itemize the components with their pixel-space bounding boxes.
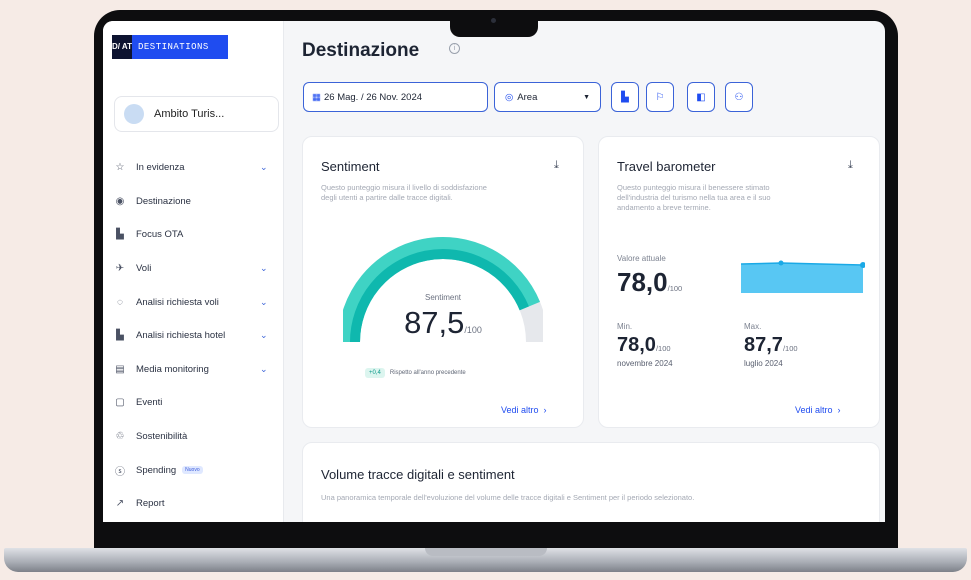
page-title: Destinazione <box>302 40 420 61</box>
sidebar-item-analisi-richiesta-hotel[interactable]: ▙ Analisi richiesta hotel ⌄ <box>103 319 284 353</box>
sidebar-item-analisi-richiesta-voli[interactable]: ◌ Analisi richiesta voli ⌄ <box>103 285 284 319</box>
sentiment-description: Questo punteggio misura il livello di so… <box>321 183 487 202</box>
chevron-down-icon[interactable]: ⌄ <box>260 263 268 274</box>
app-screen: D/ AT DESTINATIONS Ambito Turis... ☆ In e… <box>103 21 885 522</box>
date-range-value: 26 Mag. / 26 Nov. 2024 <box>323 91 423 103</box>
destinazione-icon: ◉ <box>115 195 125 207</box>
sidebar-item-label: In evidenza <box>136 162 185 174</box>
chevron-down-icon[interactable]: ⌄ <box>260 162 268 173</box>
max-label: Max. <box>744 322 762 331</box>
sidebar-item-in-evidenza[interactable]: ☆ In evidenza ⌄ <box>103 151 284 185</box>
hotel-filter-button[interactable]: ▙ <box>611 82 639 112</box>
area-select[interactable]: ◎ Area ▼ <box>494 82 601 112</box>
sentiment-title: Sentiment <box>321 159 380 174</box>
sparkline-point <box>778 260 784 266</box>
sidebar-item-report[interactable]: ↗ Report <box>103 487 284 521</box>
min-label: Min. <box>617 322 633 331</box>
camera-icon <box>491 18 496 23</box>
date-range-filter[interactable]: ▦ 26 Mag. / 26 Nov. 2024 <box>303 82 488 112</box>
min-value: 78,0/100 <box>617 334 671 356</box>
chevron-down-icon[interactable]: ⌄ <box>260 330 268 341</box>
new-badge: Nuovo <box>182 466 203 475</box>
volume-title: Volume tracce digitali e sentiment <box>321 467 515 482</box>
delta-text: Rispetto all'anno precedente <box>389 370 466 376</box>
download-icon[interactable]: ⤓ <box>554 159 559 172</box>
sidebar-item-sostenibilit[interactable]: ♲ Sostenibilità <box>103 420 284 454</box>
app-logo[interactable]: D/ AT DESTINATIONS <box>112 35 228 59</box>
translate-filter-button[interactable]: ◧ <box>687 82 715 112</box>
media-monitoring-icon: ▤ <box>115 363 125 375</box>
laptop-base-notch <box>425 548 547 556</box>
sidebar-item-media-monitoring[interactable]: ▤ Media monitoring ⌄ <box>103 353 284 387</box>
flag-filter-button[interactable]: ⚐ <box>646 82 674 112</box>
analisi-richiesta-hotel-icon: ▙ <box>116 330 124 342</box>
sidebar-item-eventi[interactable]: ▢ Eventi <box>103 386 284 420</box>
max-date: luglio 2024 <box>744 359 783 368</box>
area-select-value: Area <box>517 91 538 103</box>
sidebar-item-label: Eventi <box>136 397 163 409</box>
volume-description: Una panoramica temporale dell'evoluzione… <box>321 493 695 502</box>
analisi-richiesta-voli-icon: ◌ <box>117 296 123 308</box>
calendar-icon: ▦ <box>312 91 321 103</box>
sidebar-item-label: Report <box>136 498 165 510</box>
chevron-right-icon: › <box>543 405 547 415</box>
focus-ota-icon: ▙ <box>116 229 124 241</box>
report-icon: ↗ <box>115 498 125 510</box>
in-evidenza-icon: ☆ <box>115 162 125 174</box>
barometer-description: Questo punteggio misura il benessere sti… <box>617 183 771 212</box>
sidebar-item-focus-ota[interactable]: ▙ Focus OTA <box>103 218 284 252</box>
min-date: novembre 2024 <box>617 359 673 368</box>
sidebar-item-label: Sostenibilità <box>136 431 188 443</box>
sidebar-item-label: Spending <box>136 464 177 476</box>
sentiment-value: 87,5/100 <box>404 305 482 340</box>
sidebar-item-label: Analisi richiesta hotel <box>136 330 226 342</box>
laptop-notch <box>450 10 538 37</box>
info-icon[interactable]: i <box>449 43 460 54</box>
volume-card: Volume tracce digitali e sentiment Una p… <box>302 442 880 522</box>
people-filter-button[interactable]: ⚇ <box>725 82 753 112</box>
download-icon[interactable]: ⤓ <box>848 159 853 172</box>
sidebar-item-spending[interactable]: ⓢ Spending Nuovo <box>103 453 284 487</box>
logo-text: DESTINATIONS <box>138 42 209 52</box>
spending-icon: ⓢ <box>115 466 125 478</box>
sidebar-item-label: Destinazione <box>136 195 191 207</box>
sidebar-nav: ☆ In evidenza ⌄ ◉ Destinazione ▙ Focus OTA ✈ Vol… <box>103 151 284 521</box>
barometer-more-link[interactable]: Vedi altro › <box>795 405 841 415</box>
chevron-right-icon: › <box>837 405 841 415</box>
travel-barometer-card: Travel barometer ⤓ Questo punteggio misu… <box>598 136 880 428</box>
sostenibilit-icon: ♲ <box>115 431 125 443</box>
sidebar-item-label: Voli <box>136 263 152 275</box>
sidebar-item-label: Focus OTA <box>136 229 184 241</box>
current-value-label: Valore attuale <box>617 254 666 263</box>
sidebar-item-voli[interactable]: ✈ Voli ⌄ <box>103 252 284 286</box>
scope-label: Ambito Turis... <box>154 108 225 120</box>
barometer-sparkline <box>741 260 865 293</box>
eventi-icon: ▢ <box>115 397 125 409</box>
avatar <box>124 104 144 124</box>
chevron-down-icon: ▼ <box>583 93 590 101</box>
voli-icon: ✈ <box>115 263 125 275</box>
current-value: 78,0/100 <box>617 267 683 297</box>
location-pin-icon: ◎ <box>505 91 514 103</box>
max-value: 87,7/100 <box>744 334 798 356</box>
scope-selector[interactable]: Ambito Turis... <box>114 96 279 132</box>
sparkline-area <box>741 263 863 293</box>
sidebar-item-destinazione[interactable]: ◉ Destinazione <box>103 185 284 219</box>
chevron-down-icon[interactable]: ⌄ <box>260 364 268 375</box>
chevron-down-icon[interactable]: ⌄ <box>260 297 268 308</box>
sidebar-item-label: Analisi richiesta voli <box>136 296 219 308</box>
sidebar: D/ AT DESTINATIONS Ambito Turis... ☆ In e… <box>103 21 284 522</box>
gauge-label: Sentiment <box>424 293 462 302</box>
barometer-title: Travel barometer <box>617 159 716 174</box>
sentiment-more-link[interactable]: Vedi altro › <box>501 405 547 415</box>
sentiment-card: Sentiment ⤓ Questo punteggio misura il l… <box>302 136 584 428</box>
sidebar-item-label: Media monitoring <box>136 363 209 375</box>
logo-mark: D/ AT <box>112 35 132 59</box>
delta-badge: +0,4 <box>365 368 385 378</box>
sentiment-delta: +0,4 Rispetto all'anno precedente <box>365 368 466 378</box>
